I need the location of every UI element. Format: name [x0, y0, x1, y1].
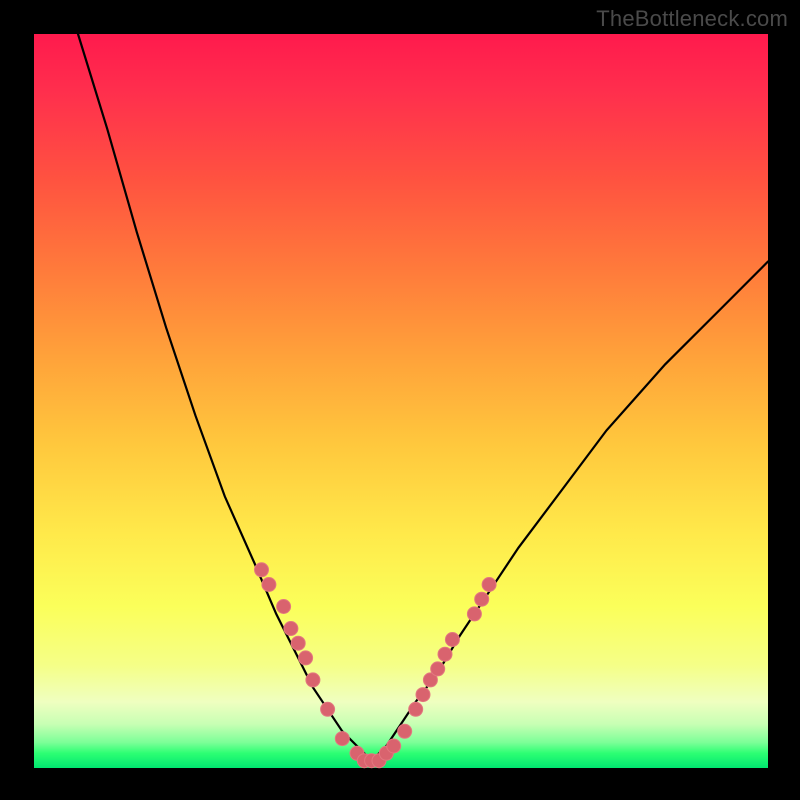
data-marker — [475, 592, 489, 606]
data-marker — [262, 578, 276, 592]
chart-svg — [34, 34, 768, 768]
watermark-text: TheBottleneck.com — [596, 6, 788, 32]
left-curve — [78, 34, 372, 761]
data-marker — [387, 739, 401, 753]
data-marker — [445, 633, 459, 647]
chart-stage: TheBottleneck.com — [0, 0, 800, 800]
data-marker — [416, 688, 430, 702]
data-marker — [277, 600, 291, 614]
data-marker — [438, 647, 452, 661]
data-marker — [398, 724, 412, 738]
plot-area — [34, 34, 768, 768]
data-marker — [467, 607, 481, 621]
data-marker — [409, 702, 423, 716]
data-marker — [291, 636, 305, 650]
data-marker — [284, 622, 298, 636]
data-marker — [482, 578, 496, 592]
data-marker — [306, 673, 320, 687]
marker-group — [255, 563, 497, 768]
data-marker — [299, 651, 313, 665]
data-marker — [335, 732, 349, 746]
data-marker — [255, 563, 269, 577]
data-marker — [431, 662, 445, 676]
data-marker — [321, 702, 335, 716]
